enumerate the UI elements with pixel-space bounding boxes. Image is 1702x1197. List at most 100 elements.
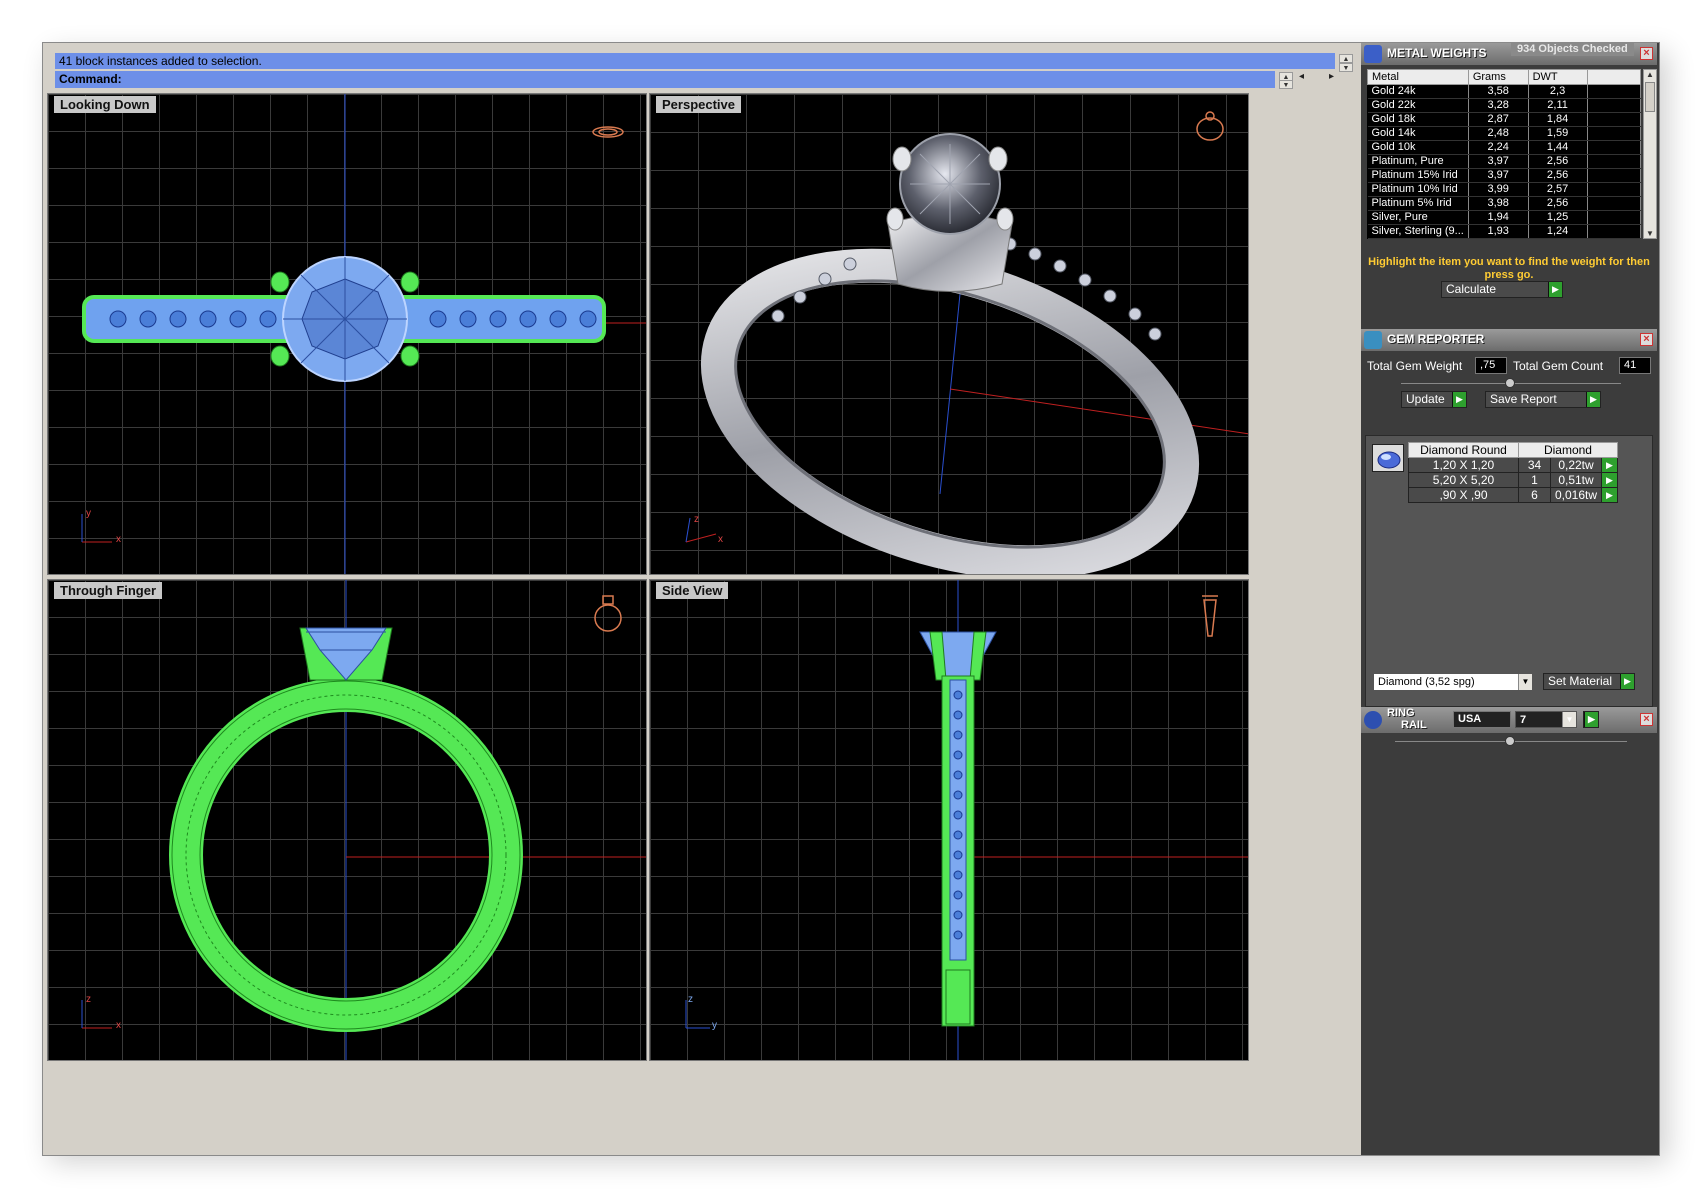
viewport-side-view[interactable]: Side View z y xyxy=(649,579,1249,1061)
close-icon[interactable]: × xyxy=(1640,713,1653,726)
scroll-down-icon[interactable]: ▼ xyxy=(1646,229,1654,238)
material-select[interactable]: Diamond (3,52 spg) ▼ xyxy=(1373,673,1533,691)
play-icon[interactable]: ▶ xyxy=(1601,457,1618,473)
table-row[interactable]: Silver, Pure 1,94 1,25 xyxy=(1367,210,1642,225)
column-header[interactable]: Diamond Round xyxy=(1408,442,1519,458)
scroll-thumb[interactable] xyxy=(1645,82,1655,112)
metal-name: Gold 22k xyxy=(1367,98,1469,113)
metal-name: Platinum 15% Irid xyxy=(1367,168,1469,183)
gem-size: ,90 X ,90 xyxy=(1408,487,1519,503)
gem-weight: 0,22tw xyxy=(1549,457,1603,473)
ring-size-select[interactable]: 7 ▼ xyxy=(1515,711,1577,728)
viewport-title[interactable]: Looking Down xyxy=(54,96,156,113)
metal-weights-table: Metal Grams DWT Gold 24k 3,58 2,3 Gold 22k… xyxy=(1367,69,1642,239)
orientation-ring-icon xyxy=(594,595,622,632)
table-row[interactable]: Platinum 15% Irid 3,97 2,56 xyxy=(1367,168,1642,183)
table-row[interactable]: Platinum 5% Irid 3,98 2,56 xyxy=(1367,196,1642,211)
orientation-ring-icon xyxy=(592,126,624,138)
metal-name: Platinum 10% Irid xyxy=(1367,182,1469,197)
total-gem-count-label: Total Gem Count xyxy=(1513,359,1604,373)
round-diamond-icon[interactable] xyxy=(1372,444,1404,472)
column-header[interactable]: Grams xyxy=(1467,69,1529,85)
table-row[interactable]: Gold 14k 2,48 1,59 xyxy=(1367,126,1642,141)
objects-checked-label: 934 Objects Checked xyxy=(1511,43,1634,56)
play-icon[interactable]: ▶ xyxy=(1601,487,1618,503)
column-header[interactable]: DWT xyxy=(1527,69,1588,85)
plugin-panel: METAL WEIGHTS 934 Objects Checked × Meta… xyxy=(1361,43,1659,1155)
table-row[interactable]: 1,20 X 1,20 34 0,22tw ▶ xyxy=(1408,457,1618,473)
ring-rail-slider-knob[interactable] xyxy=(1505,736,1515,746)
command-spin-down-button[interactable]: ▼ xyxy=(1279,80,1293,89)
dwt-value: 2,3 xyxy=(1528,84,1588,99)
chevron-left-icon[interactable]: ◂ xyxy=(1299,71,1304,82)
grams-value: 2,87 xyxy=(1468,112,1529,127)
ring-rail-title-line2: RAIL xyxy=(1401,719,1427,731)
viewport-perspective[interactable]: Perspective z x xyxy=(649,93,1249,575)
dwt-value: 1,25 xyxy=(1528,210,1588,225)
column-header[interactable]: Diamond xyxy=(1518,442,1618,458)
close-icon[interactable]: × xyxy=(1640,333,1653,346)
gem-weight: 0,51tw xyxy=(1549,472,1603,488)
gem-count: 34 xyxy=(1518,457,1551,473)
viewport-looking-down[interactable]: Looking Down y x xyxy=(47,93,647,575)
table-row[interactable]: Silver, Sterling (9... 1,93 1,24 xyxy=(1367,224,1642,239)
viewport-title[interactable]: Perspective xyxy=(656,96,741,113)
dwt-value: 2,57 xyxy=(1528,182,1588,197)
history-scroll-down-button[interactable]: ▼ xyxy=(1339,63,1353,72)
chevron-down-icon[interactable]: ▼ xyxy=(1562,712,1576,727)
side-view-ring-drawing xyxy=(685,580,1248,1060)
gem-reporter-title: GEM REPORTER xyxy=(1387,332,1485,346)
dwt-value: 2,56 xyxy=(1528,168,1588,183)
update-button[interactable]: Update ▶ xyxy=(1401,391,1467,408)
play-icon: ▶ xyxy=(1620,674,1634,689)
column-header xyxy=(1586,69,1642,85)
front-view-ring-drawing xyxy=(81,580,646,1060)
table-row[interactable]: Gold 24k 3,58 2,3 xyxy=(1367,84,1642,99)
table-row[interactable]: ,90 X ,90 6 0,016tw ▶ xyxy=(1408,487,1618,503)
gem-weight: 0,016tw xyxy=(1549,487,1603,503)
close-icon[interactable]: × xyxy=(1640,47,1653,60)
dwt-value: 1,84 xyxy=(1528,112,1588,127)
apply-ring-size-button[interactable]: ▶ xyxy=(1583,711,1599,728)
table-row[interactable]: Platinum, Pure 3,97 2,56 xyxy=(1367,154,1642,169)
scroll-up-icon[interactable]: ▲ xyxy=(1646,70,1654,79)
dwt-value: 2,56 xyxy=(1528,154,1588,169)
metal-list-scrollbar[interactable]: ▲ ▼ xyxy=(1643,69,1657,239)
total-gem-count-value: 41 xyxy=(1619,357,1651,374)
metal-name: Gold 14k xyxy=(1367,126,1469,141)
table-row[interactable]: Gold 10k 2,24 1,44 xyxy=(1367,140,1642,155)
play-icon[interactable]: ▶ xyxy=(1601,472,1618,488)
grams-value: 2,48 xyxy=(1468,126,1529,141)
chevron-down-icon[interactable]: ▼ xyxy=(1518,674,1532,690)
app-window: 41 block instances added to selection. ▲… xyxy=(42,42,1660,1156)
axis-x-label: x xyxy=(718,534,723,545)
table-row[interactable]: Gold 22k 3,28 2,11 xyxy=(1367,98,1642,113)
axis-z-label: z xyxy=(688,994,693,1005)
ring-standard-field[interactable]: USA xyxy=(1453,711,1511,728)
viewport-through-finger[interactable]: Through Finger z x xyxy=(47,579,647,1061)
viewport-title[interactable]: Through Finger xyxy=(54,582,163,599)
play-icon: ▶ xyxy=(1584,712,1598,727)
save-report-button[interactable]: Save Report ▶ xyxy=(1485,391,1601,408)
gem-slider-knob[interactable] xyxy=(1505,378,1515,388)
table-row[interactable]: 5,20 X 5,20 1 0,51tw ▶ xyxy=(1408,472,1618,488)
metal-weights-hint: Highlight the item you want to find the … xyxy=(1368,256,1650,281)
column-header[interactable]: Metal xyxy=(1367,69,1469,85)
chevron-right-icon[interactable]: ▸ xyxy=(1329,71,1334,82)
perspective-ring-render xyxy=(685,111,1248,574)
gem-size: 5,20 X 5,20 xyxy=(1408,472,1519,488)
viewport-title[interactable]: Side View xyxy=(656,582,729,599)
table-row[interactable]: Platinum 10% Irid 3,99 2,57 xyxy=(1367,182,1642,197)
command-input[interactable] xyxy=(129,72,1230,86)
grams-value: 3,98 xyxy=(1468,196,1529,211)
set-material-button[interactable]: Set Material ▶ xyxy=(1543,673,1635,690)
gem-count: 1 xyxy=(1518,472,1551,488)
grams-value: 3,58 xyxy=(1468,84,1529,99)
calculate-button[interactable]: Calculate ▶ xyxy=(1441,281,1563,298)
play-icon: ▶ xyxy=(1548,282,1562,297)
history-scroll-up-button[interactable]: ▲ xyxy=(1339,54,1353,63)
set-material-label: Set Material xyxy=(1548,674,1613,688)
update-label: Update xyxy=(1406,392,1445,406)
grams-value: 3,97 xyxy=(1468,154,1529,169)
table-row[interactable]: Gold 18k 2,87 1,84 xyxy=(1367,112,1642,127)
